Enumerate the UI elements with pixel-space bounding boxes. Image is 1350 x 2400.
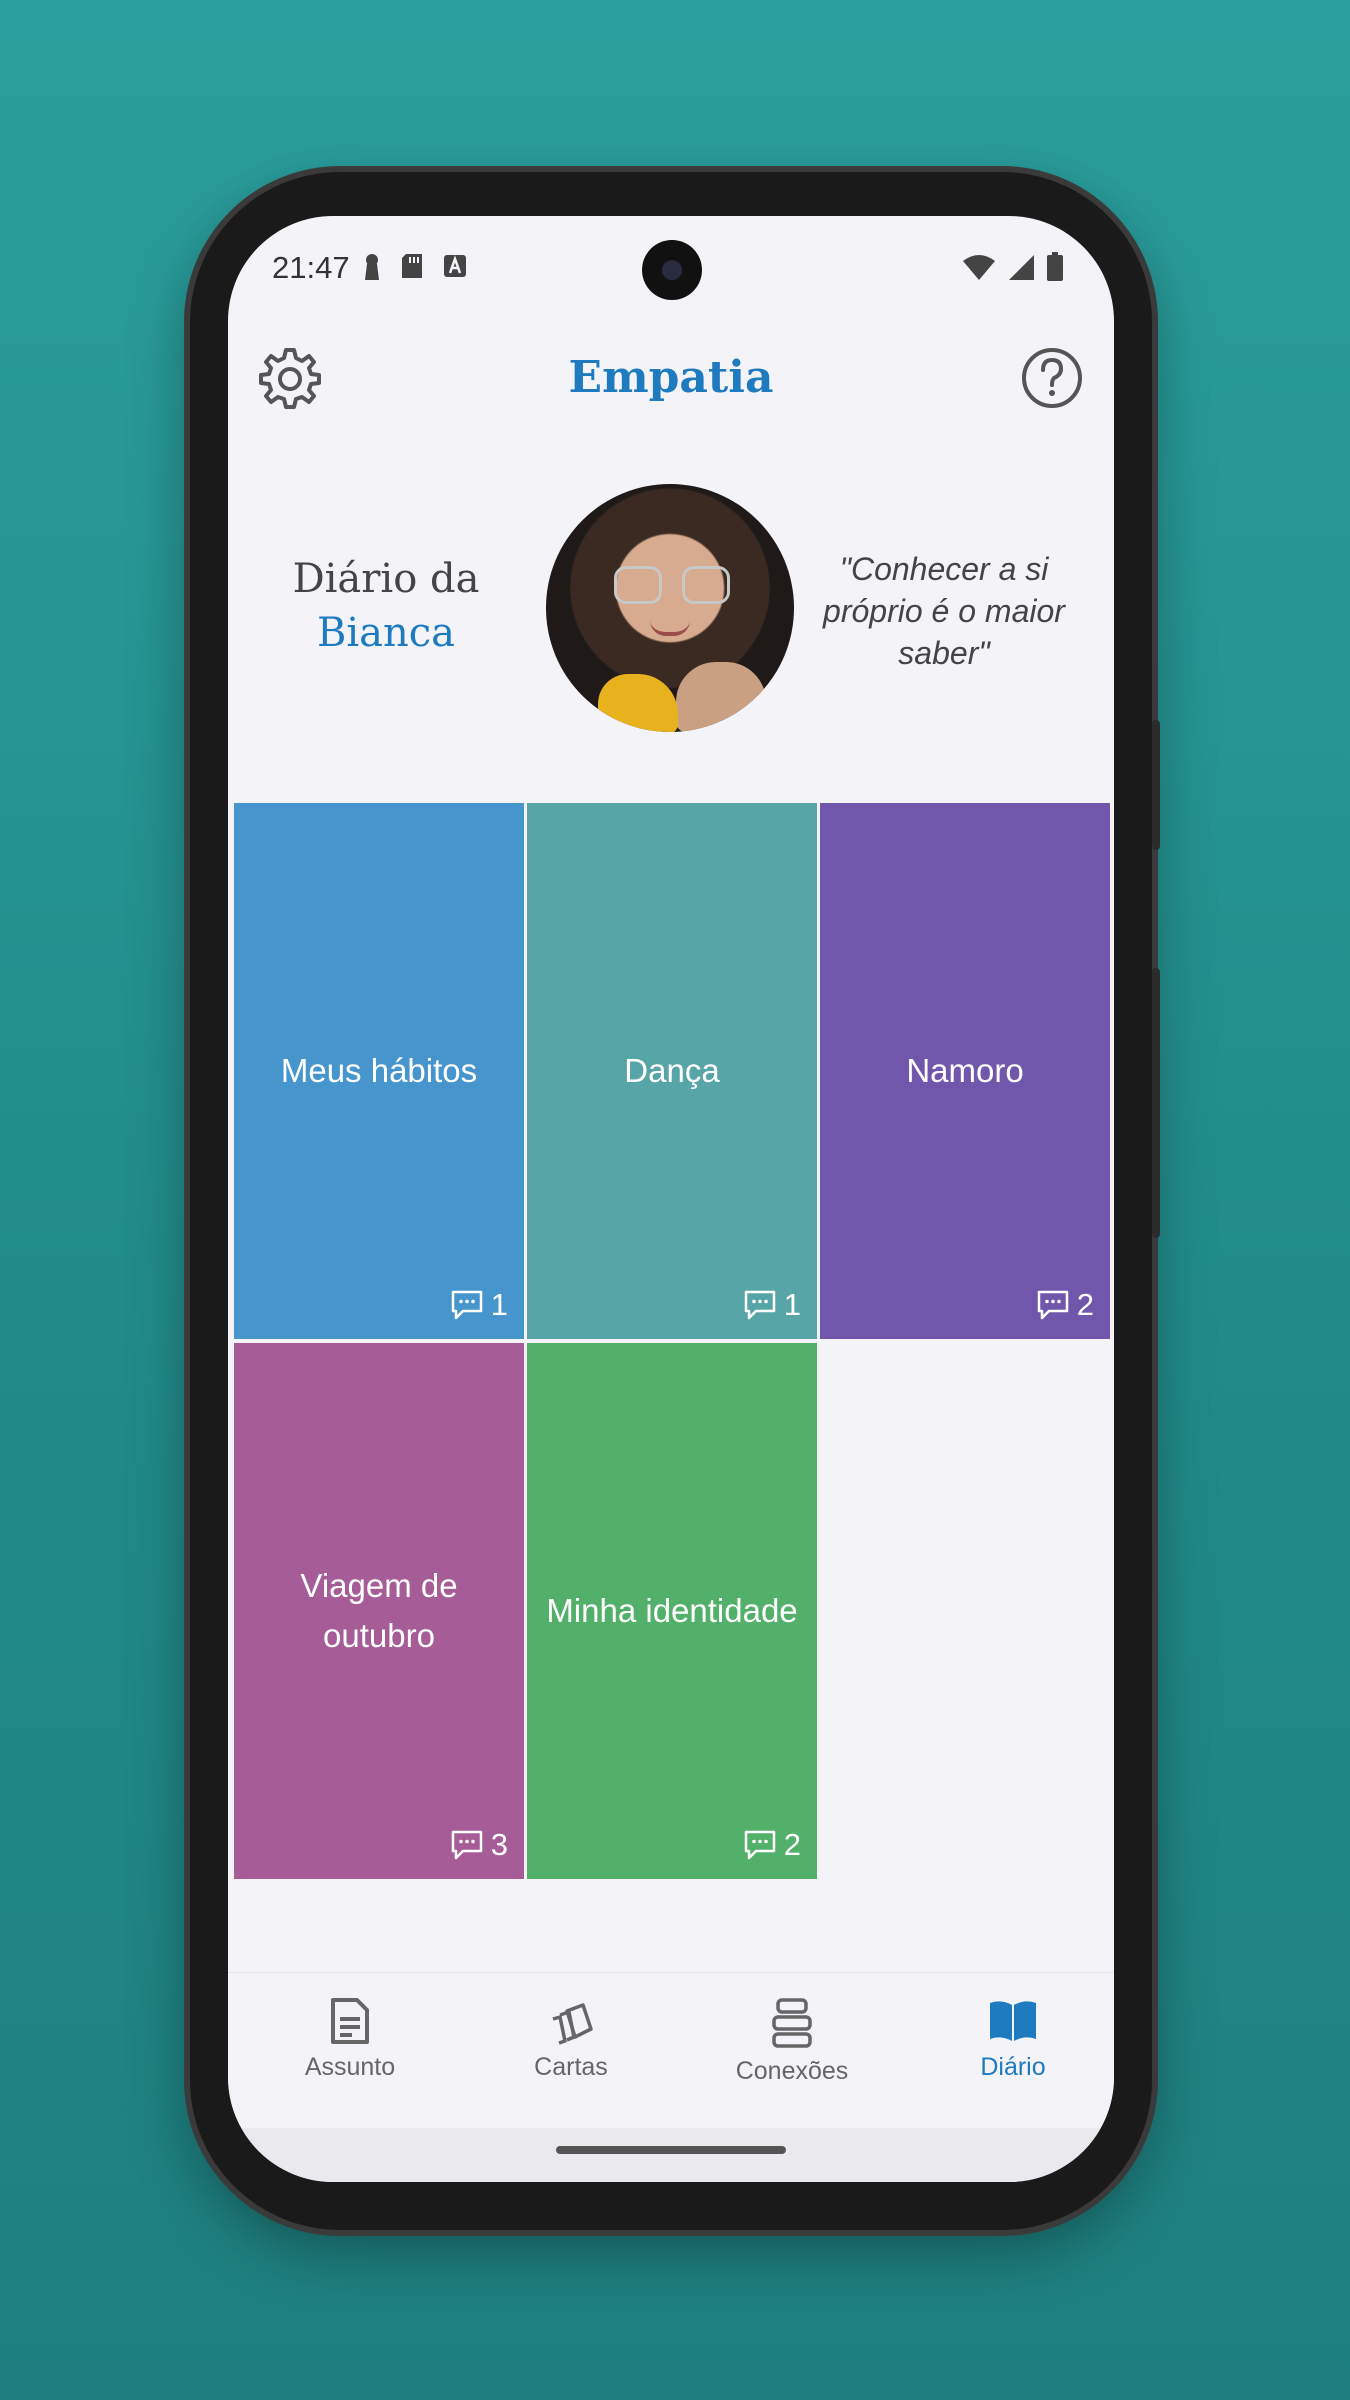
- status-bar: 21:47: [228, 216, 1114, 326]
- topic-tile[interactable]: Minha identidade 2: [527, 1343, 817, 1879]
- topic-comment-count: 1: [744, 1287, 801, 1323]
- status-time: 21:47: [272, 250, 350, 285]
- front-camera: [642, 240, 702, 300]
- comment-icon: [451, 1830, 482, 1860]
- wifi-icon: [963, 255, 995, 280]
- app-header: Empatia: [228, 346, 1114, 476]
- profile-section: Diário da Bianca "Conhecer a si próprio …: [228, 484, 1114, 764]
- comment-icon: [451, 1290, 482, 1320]
- nav-item-conexoes[interactable]: Conexões: [712, 1997, 872, 2086]
- comment-count-value: 2: [783, 1827, 801, 1862]
- comment-icon: [744, 1290, 775, 1320]
- nav-label: Cartas: [534, 2053, 608, 2081]
- topic-tile[interactable]: Namoro 2: [820, 803, 1110, 1339]
- sd-card-icon: [402, 254, 422, 278]
- signal-icon: [1009, 255, 1034, 280]
- comment-icon: [1037, 1290, 1068, 1320]
- status-system-icons: [962, 252, 1064, 282]
- topic-label: Namoro: [906, 1052, 1024, 1089]
- phone-side-button: [1152, 968, 1160, 1238]
- avatar-scarf: [598, 674, 678, 732]
- document-icon: [331, 1998, 369, 2044]
- comment-count-value: 1: [490, 1287, 508, 1322]
- topic-comment-count: 2: [744, 1827, 801, 1863]
- nav-item-assunto[interactable]: Assunto: [270, 1997, 430, 2082]
- profile-quote: "Conhecer a si próprio é o maior saber": [823, 551, 1065, 671]
- text-a-icon: [444, 255, 466, 277]
- cards-icon: [552, 2003, 593, 2045]
- topic-comment-count: 3: [451, 1827, 508, 1863]
- home-gesture-bar[interactable]: [556, 2146, 786, 2154]
- bottom-navigation: Assunto Cartas Conexões Diário: [228, 1972, 1114, 2129]
- nav-label: Conexões: [735, 2057, 849, 2085]
- avatar-mouth: [650, 620, 690, 636]
- avatar-glasses-right: [682, 566, 730, 604]
- stack-icon: [772, 1998, 812, 2048]
- status-notification-icons: [362, 252, 468, 282]
- topic-comment-count: 2: [1037, 1287, 1094, 1323]
- topic-comment-count: 1: [451, 1287, 508, 1323]
- diary-title-prefix: Diário da: [292, 556, 480, 602]
- topic-tile[interactable]: Meus hábitos 1: [234, 803, 524, 1339]
- avatar-glasses-left: [614, 566, 662, 604]
- topic-label: Minha identidade: [546, 1592, 798, 1629]
- app-screen: 21:47 Empatia Diário da Bianca "Conhecer…: [228, 216, 1114, 2182]
- keyhole-icon: [365, 254, 379, 280]
- nav-label: Assunto: [304, 2053, 396, 2081]
- topic-tile[interactable]: Viagem de outubro 3: [234, 1343, 524, 1879]
- book-icon: [990, 2001, 1036, 2041]
- phone-side-button: [1152, 720, 1160, 850]
- avatar-hand: [676, 662, 766, 732]
- topic-label: Meus hábitos: [280, 1052, 478, 1089]
- topic-label: Viagem de outubro: [300, 1567, 458, 1654]
- comment-icon: [744, 1830, 775, 1860]
- app-title: Empatia: [568, 352, 774, 403]
- avatar[interactable]: [546, 484, 794, 732]
- nav-label: Diário: [980, 2053, 1046, 2081]
- diary-title: Diário da Bianca: [256, 552, 516, 660]
- topic-tile[interactable]: Dança 1: [527, 803, 817, 1339]
- nav-item-diario[interactable]: Diário: [933, 1997, 1093, 2082]
- topic-label: Dança: [624, 1052, 720, 1089]
- gesture-area: [228, 2128, 1114, 2182]
- comment-count-value: 3: [490, 1827, 508, 1862]
- comment-count-value: 1: [783, 1287, 801, 1322]
- comment-count-value: 2: [1076, 1287, 1094, 1322]
- help-circle-icon[interactable]: [1020, 346, 1084, 410]
- diary-owner-name: Bianca: [316, 610, 456, 656]
- battery-icon: [1047, 252, 1063, 281]
- nav-item-cartas[interactable]: Cartas: [491, 1997, 651, 2082]
